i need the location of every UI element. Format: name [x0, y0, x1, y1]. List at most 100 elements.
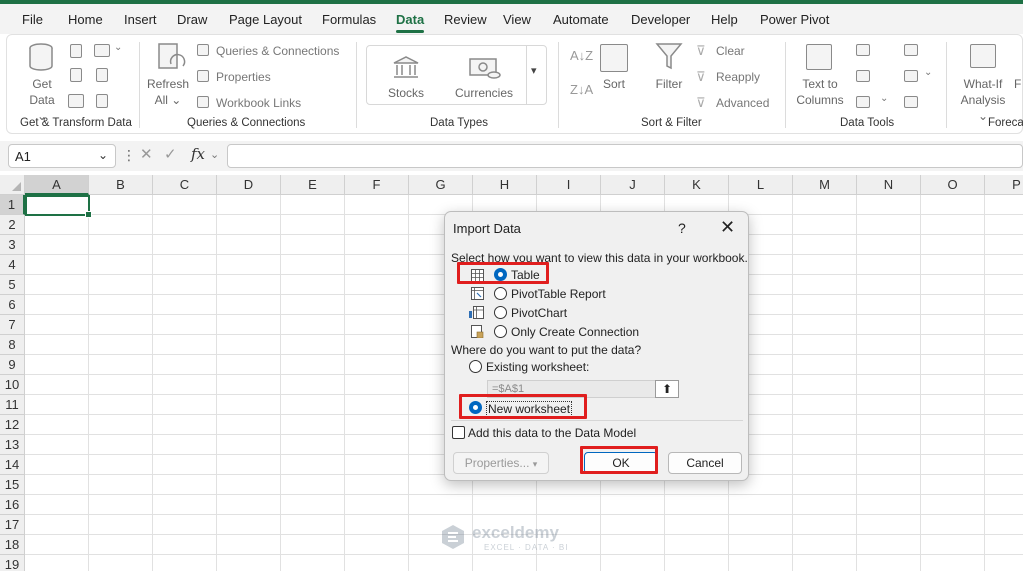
tab-insert[interactable]: Insert: [124, 12, 157, 27]
tab-formulas[interactable]: Formulas: [322, 12, 376, 27]
from-table-icon[interactable]: [70, 68, 82, 82]
row-header[interactable]: 9: [0, 355, 25, 375]
select-all-button[interactable]: [0, 175, 25, 195]
row-header[interactable]: 18: [0, 535, 25, 555]
column-header[interactable]: F: [345, 175, 409, 195]
refresh-all-button[interactable]: Refresh All ⌄: [146, 76, 190, 108]
table-radio[interactable]: [494, 268, 507, 281]
tab-automate[interactable]: Automate: [553, 12, 609, 27]
forecast-sheet-button-partial[interactable]: F: [1014, 76, 1023, 92]
queries-connections-button[interactable]: Queries & Connections: [216, 44, 339, 58]
insert-function-button[interactable]: fx: [191, 145, 205, 163]
tab-home[interactable]: Home: [68, 12, 103, 27]
column-header[interactable]: L: [729, 175, 793, 195]
column-header[interactable]: G: [409, 175, 473, 195]
pivotchart-option-label[interactable]: PivotChart: [511, 306, 567, 320]
consolidate-icon[interactable]: [904, 44, 918, 56]
help-button[interactable]: ?: [678, 220, 686, 236]
stocks-button[interactable]: Stocks: [384, 85, 428, 101]
row-header[interactable]: 7: [0, 315, 25, 335]
column-header[interactable]: O: [921, 175, 985, 195]
tab-power-pivot[interactable]: Power Pivot: [760, 12, 829, 27]
tab-page-layout[interactable]: Page Layout: [229, 12, 302, 27]
row-header[interactable]: 5: [0, 275, 25, 295]
row-header[interactable]: 4: [0, 255, 25, 275]
data-model-label[interactable]: Add this data to the Data Model: [468, 426, 636, 440]
pivottable-radio[interactable]: [494, 287, 507, 300]
relationships-icon[interactable]: [904, 70, 918, 82]
column-header[interactable]: B: [89, 175, 153, 195]
flash-fill-icon[interactable]: [856, 44, 870, 56]
tab-data[interactable]: Data: [396, 12, 424, 27]
row-header[interactable]: 8: [0, 335, 25, 355]
column-header[interactable]: E: [281, 175, 345, 195]
pivotchart-radio[interactable]: [494, 306, 507, 319]
table-option-label[interactable]: Table: [511, 268, 540, 282]
pivottable-option-label[interactable]: PivotTable Report: [511, 287, 606, 301]
row-header[interactable]: 13: [0, 435, 25, 455]
column-header[interactable]: M: [793, 175, 857, 195]
column-header[interactable]: P: [985, 175, 1023, 195]
tab-view[interactable]: View: [503, 12, 531, 27]
column-header[interactable]: J: [601, 175, 665, 195]
column-header[interactable]: N: [857, 175, 921, 195]
connection-only-radio[interactable]: [494, 325, 507, 338]
properties-button[interactable]: Properties: [216, 70, 271, 84]
new-worksheet-label[interactable]: New worksheet: [486, 401, 573, 417]
filter-button[interactable]: Filter: [650, 76, 688, 92]
tab-draw[interactable]: Draw: [177, 12, 207, 27]
connection-only-option-label[interactable]: Only Create Connection: [511, 325, 639, 339]
sort-z-a-icon[interactable]: Z↓A: [570, 82, 593, 97]
new-worksheet-radio[interactable]: [469, 401, 482, 414]
manage-data-model-icon[interactable]: [904, 96, 918, 108]
existing-connections-icon[interactable]: [96, 94, 108, 108]
row-header[interactable]: 10: [0, 375, 25, 395]
remove-duplicates-icon[interactable]: [856, 70, 870, 82]
clear-button[interactable]: Clear: [716, 44, 745, 58]
tab-help[interactable]: Help: [711, 12, 738, 27]
formula-input[interactable]: [227, 144, 1023, 168]
row-header[interactable]: 12: [0, 415, 25, 435]
tab-review[interactable]: Review: [444, 12, 487, 27]
text-to-columns-button[interactable]: Text to Columns: [793, 76, 847, 108]
column-header[interactable]: I: [537, 175, 601, 195]
chevron-down-icon[interactable]: ⌄: [210, 148, 219, 161]
row-header[interactable]: 6: [0, 295, 25, 315]
confirm-entry-icon[interactable]: ✓: [164, 145, 177, 163]
existing-worksheet-label[interactable]: Existing worksheet:: [486, 360, 589, 374]
sort-a-z-icon[interactable]: A↓Z: [570, 48, 593, 63]
row-header[interactable]: 15: [0, 475, 25, 495]
column-header[interactable]: C: [153, 175, 217, 195]
column-header[interactable]: H: [473, 175, 537, 195]
active-cell[interactable]: [25, 195, 92, 218]
ok-button[interactable]: OK: [584, 452, 658, 474]
more-vertical-icon[interactable]: ⋮: [122, 147, 136, 164]
currencies-button[interactable]: Currencies: [452, 85, 516, 101]
from-picture-icon[interactable]: [68, 94, 84, 108]
existing-worksheet-radio[interactable]: [469, 360, 482, 373]
cancel-button[interactable]: Cancel: [668, 452, 742, 474]
row-header[interactable]: 16: [0, 495, 25, 515]
sort-button[interactable]: Sort: [598, 76, 630, 92]
from-web-icon[interactable]: [94, 44, 110, 57]
chevron-down-icon[interactable]: ⌄: [98, 148, 108, 162]
cancel-entry-icon[interactable]: ✕: [140, 145, 153, 163]
advanced-button[interactable]: Advanced: [716, 96, 769, 110]
column-header[interactable]: K: [665, 175, 729, 195]
row-header[interactable]: 17: [0, 515, 25, 535]
column-header[interactable]: D: [217, 175, 281, 195]
row-header[interactable]: 14: [0, 455, 25, 475]
recent-sources-icon[interactable]: [96, 68, 108, 82]
reapply-button[interactable]: Reapply: [716, 70, 760, 84]
data-validation-icon[interactable]: [856, 96, 870, 108]
tab-developer[interactable]: Developer: [631, 12, 690, 27]
column-header[interactable]: A: [25, 175, 89, 195]
properties-button[interactable]: Properties... ▾: [453, 452, 549, 474]
workbook-links-button[interactable]: Workbook Links: [216, 96, 301, 110]
from-text-icon[interactable]: [70, 44, 82, 58]
row-header[interactable]: 11: [0, 395, 25, 415]
row-header[interactable]: 2: [0, 215, 25, 235]
data-model-checkbox[interactable]: [452, 426, 465, 439]
tab-file[interactable]: File: [22, 12, 43, 27]
row-header[interactable]: 3: [0, 235, 25, 255]
